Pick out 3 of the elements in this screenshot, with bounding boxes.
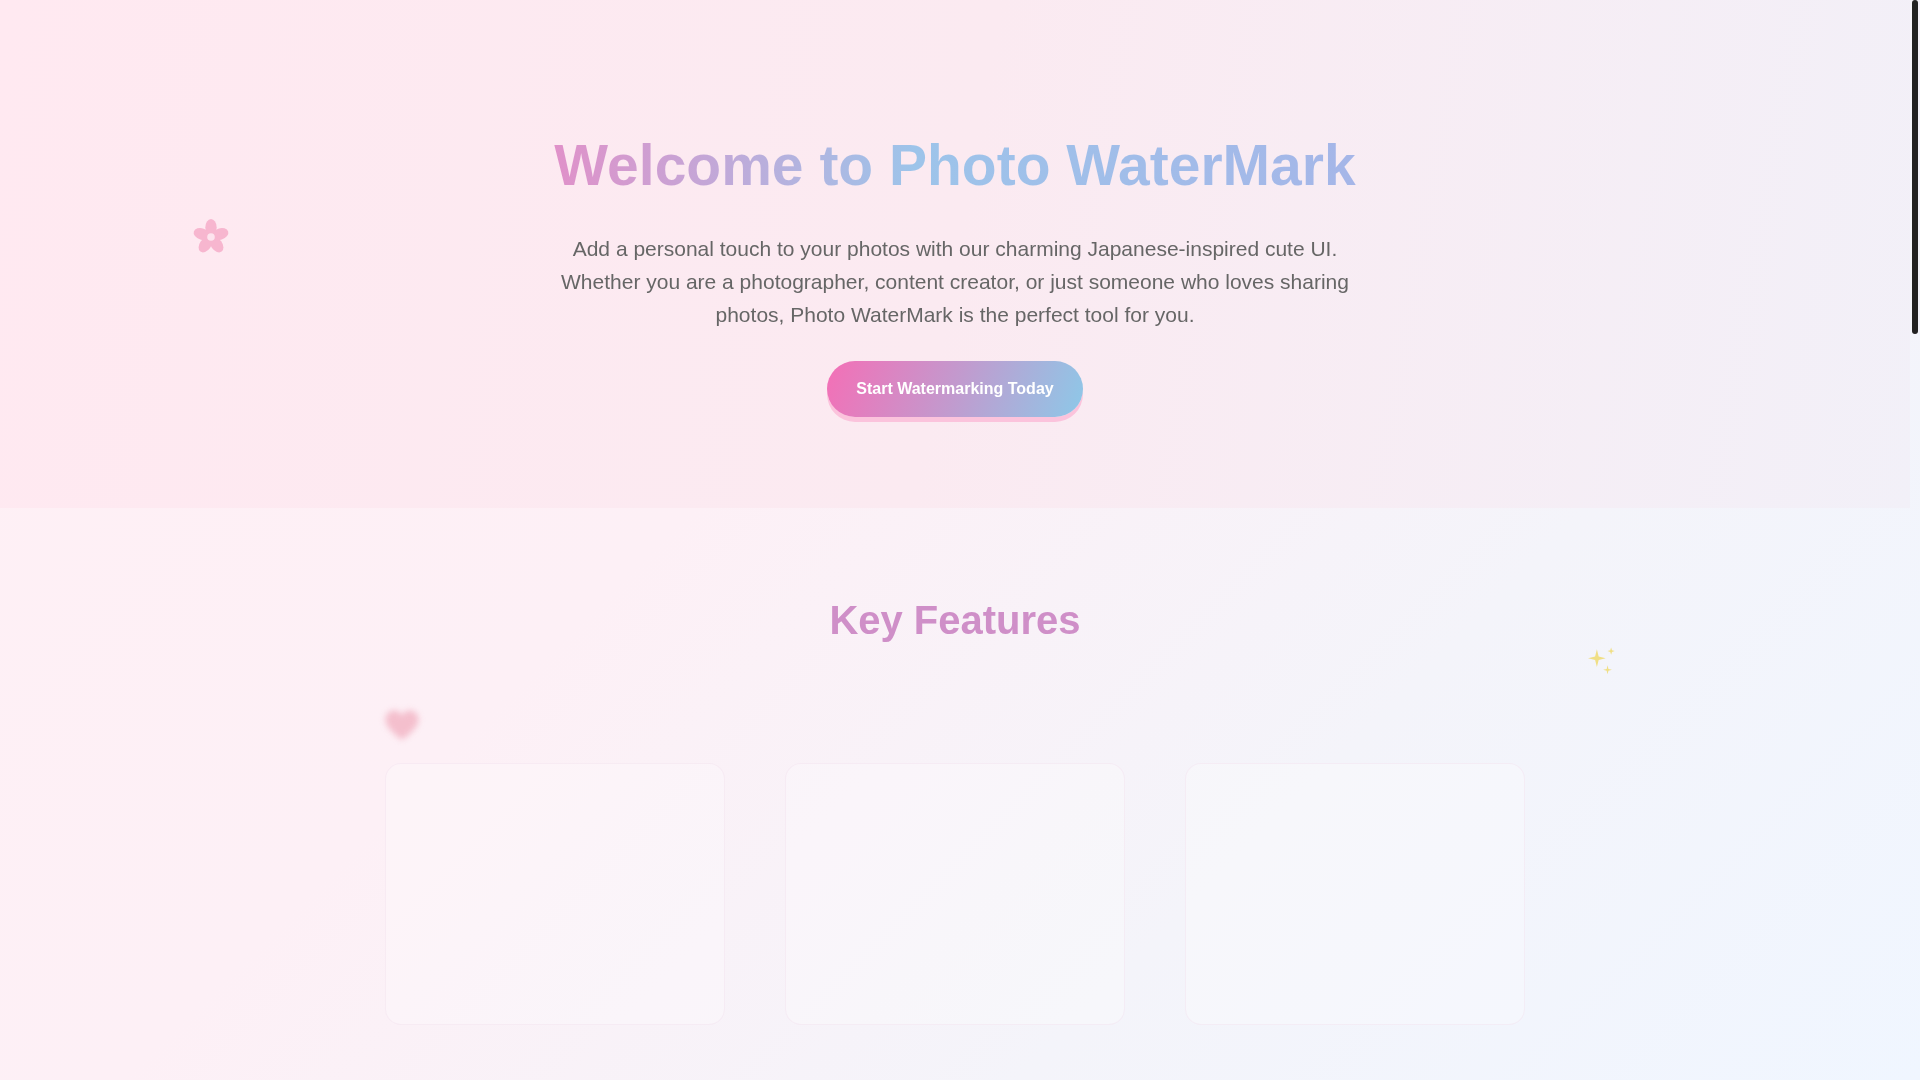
scrollbar-thumb[interactable]: [1912, 0, 1918, 334]
hero-description: Add a personal touch to your photos with our charming Japanese-inspired cute UI. Whether you are a photographer, content creator, or just someone who loves sharing photos, Photo WaterMark is the perfect tool for you.: [560, 236, 1350, 328]
features-heading: Key Features: [829, 598, 1081, 643]
